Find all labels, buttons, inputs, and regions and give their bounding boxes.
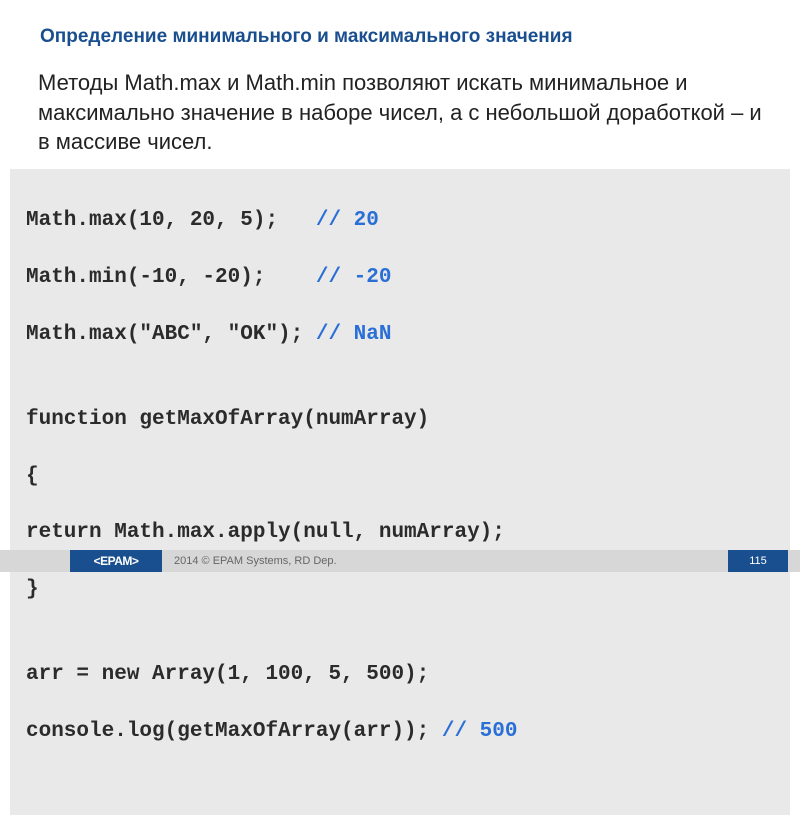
code-line: Math.min(-10, -20); // -20 xyxy=(26,264,774,292)
code-text: return Math.max.apply(null, numArray); xyxy=(26,521,505,544)
code-comment: // NaN xyxy=(316,323,392,346)
footer-copyright: 2014 © EPAM Systems, RD Dep. xyxy=(162,550,728,572)
code-text: { xyxy=(26,465,39,488)
code-line: Math.max("ABC", "OK"); // NaN xyxy=(26,321,774,349)
code-line: function getMaxOfArray(numArray) xyxy=(26,406,774,434)
slide-title: Определение минимального и максимального… xyxy=(0,0,800,62)
footer-spacer-right xyxy=(788,550,800,572)
code-text: Math.min(-10, -20); xyxy=(26,266,316,289)
epam-logo: <EPAM> xyxy=(70,550,162,572)
code-comment: // 500 xyxy=(442,720,518,743)
slide-description: Методы Math.max и Math.min позволяют иск… xyxy=(0,62,800,169)
code-text: } xyxy=(26,578,39,601)
slide: Определение минимального и максимального… xyxy=(0,0,800,600)
code-line: console.log(getMaxOfArray(arr)); // 500 xyxy=(26,718,774,746)
code-text: Math.max("ABC", "OK"); xyxy=(26,323,316,346)
code-comment: // 20 xyxy=(316,209,379,232)
code-line: arr = new Array(1, 100, 5, 500); xyxy=(26,661,774,689)
code-line: return Math.max.apply(null, numArray); xyxy=(26,519,774,547)
footer: <EPAM> 2014 © EPAM Systems, RD Dep. 115 xyxy=(0,550,800,572)
code-text: console.log(getMaxOfArray(arr)); xyxy=(26,720,442,743)
code-text: function getMaxOfArray(numArray) xyxy=(26,408,429,431)
code-comment: // -20 xyxy=(316,266,392,289)
code-text: arr = new Array(1, 100, 5, 500); xyxy=(26,663,429,686)
code-line: Math.max(10, 20, 5); // 20 xyxy=(26,207,774,235)
code-text: Math.max(10, 20, 5); xyxy=(26,209,316,232)
code-block: Math.max(10, 20, 5); // 20 Math.min(-10,… xyxy=(10,169,790,815)
page-number: 115 xyxy=(728,550,788,572)
footer-spacer-left xyxy=(0,550,70,572)
code-line: { xyxy=(26,463,774,491)
